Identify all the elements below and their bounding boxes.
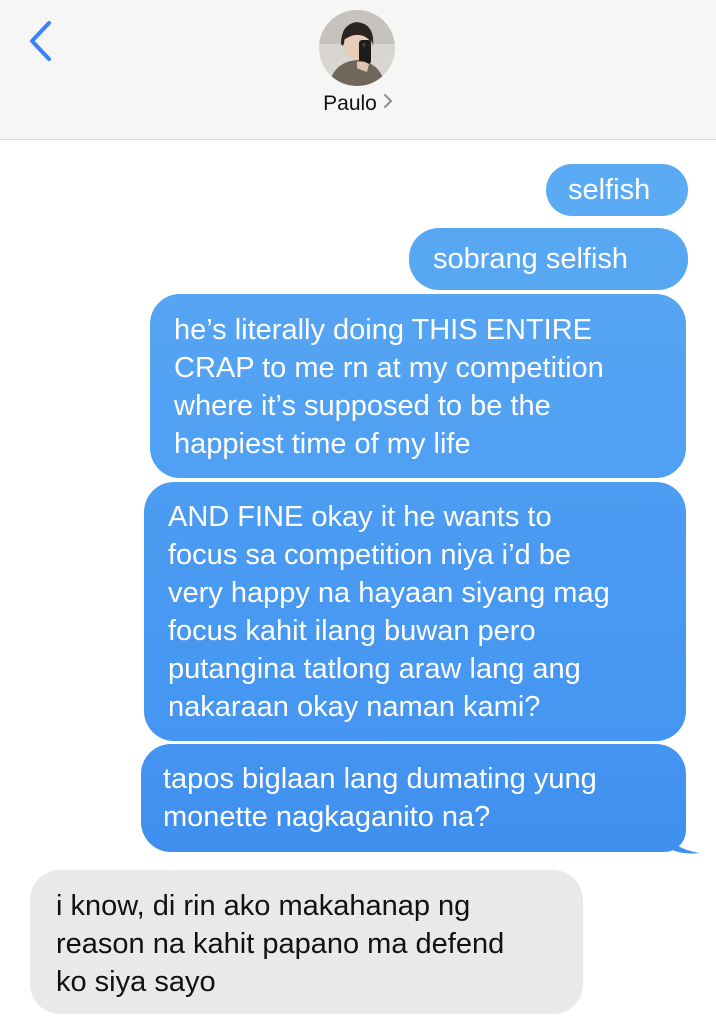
outgoing-message[interactable]: selfish (546, 164, 688, 216)
contact-name: Paulo (323, 92, 377, 115)
conversation-header: Paulo (0, 0, 716, 140)
outgoing-message[interactable]: he’s literally doing THIS ENTIRE CRAP to… (150, 294, 686, 478)
back-button[interactable] (20, 18, 60, 64)
incoming-message[interactable]: i know, di rin ako makahanap ng reason n… (30, 870, 583, 1014)
outgoing-message[interactable]: AND FINE okay it he wants to focus sa co… (144, 482, 686, 741)
contact-name-button[interactable]: Paulo (0, 92, 716, 116)
avatar[interactable] (319, 10, 395, 86)
message-thread[interactable]: selfish sobrang selfish he’s literally d… (0, 141, 716, 1024)
chevron-left-icon (30, 21, 51, 61)
bubble-tail (666, 831, 700, 854)
chevron-right-icon (383, 91, 393, 115)
outgoing-message[interactable]: sobrang selfish (409, 228, 688, 290)
outgoing-message[interactable]: tapos biglaan lang dumating yung monette… (141, 744, 686, 852)
